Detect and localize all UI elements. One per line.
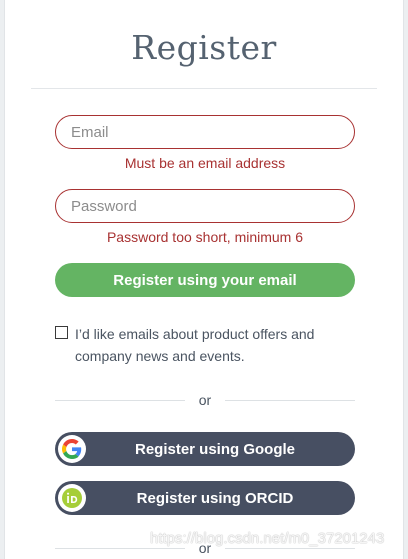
register-card: Register Must be an email address Passwo… [4, 0, 404, 559]
or-divider: or [55, 392, 355, 408]
watermark-text: https://blog.csdn.net/m0_37201243 [150, 530, 385, 547]
google-icon [58, 435, 86, 463]
register-google-button[interactable]: Register using Google [55, 432, 355, 466]
register-orcid-button[interactable]: Register using ORCID [55, 481, 355, 515]
email-field[interactable] [55, 115, 355, 149]
register-orcid-label: Register using ORCID [136, 489, 294, 507]
register-email-button[interactable]: Register using your email [55, 263, 355, 297]
password-field[interactable] [55, 189, 355, 223]
or-divider-line-right [225, 400, 355, 401]
page-title: Register [131, 28, 277, 67]
orcid-icon [58, 484, 86, 512]
register-email-label: Register using your email [113, 271, 297, 289]
password-error: Password too short, minimum 6 [106, 229, 304, 245]
email-error: Must be an email address [124, 155, 286, 171]
title-divider [31, 88, 377, 89]
marketing-consent-label: I’d like emails about product offers and… [75, 326, 315, 364]
register-google-label: Register using Google [134, 440, 296, 458]
bottom-or-line-right [225, 548, 355, 549]
marketing-consent-checkbox[interactable] [55, 326, 68, 339]
